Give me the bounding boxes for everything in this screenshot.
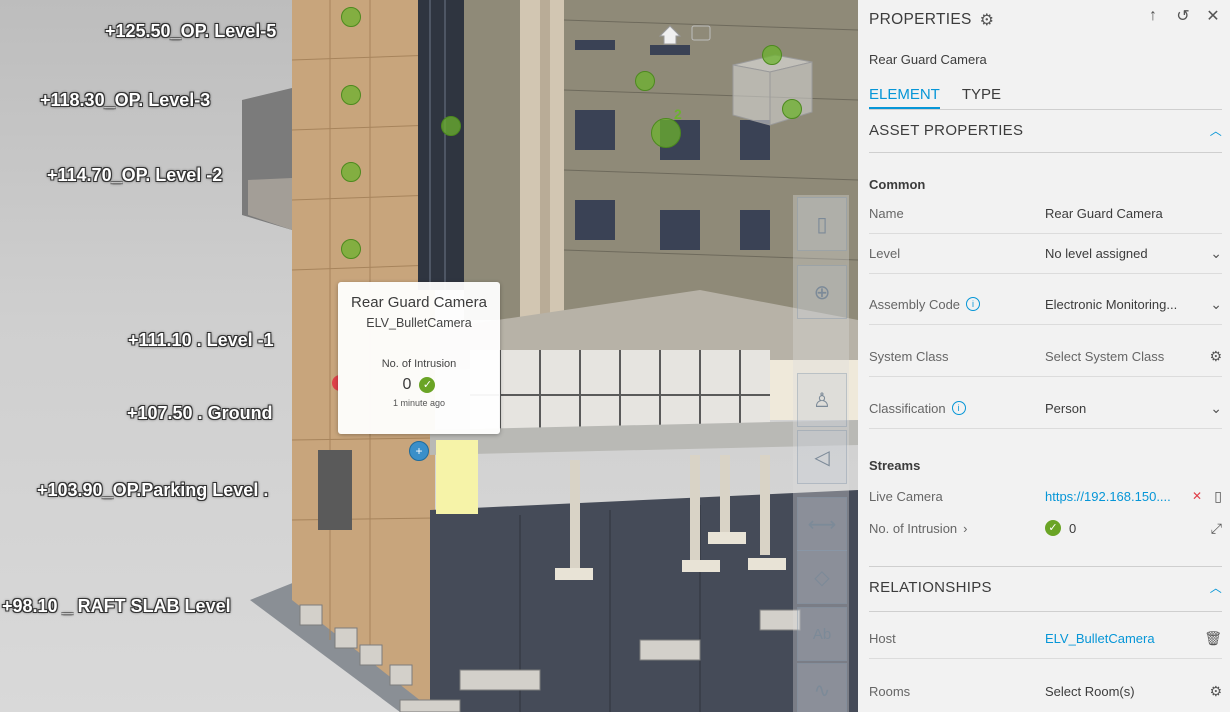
section-box-icon[interactable]: ▯ [797,197,847,251]
property-row-host[interactable]: Host ELV_BulletCamera 🗑 [869,618,1222,659]
level-label: +111.10 . Level -1 [128,330,274,350]
property-row-assembly[interactable]: Assembly Code i Electronic Monitoring... … [869,284,1222,325]
property-label: No. of Intrusion [869,520,958,536]
property-label: System Class [869,348,949,364]
explode-icon[interactable]: ⊕ [797,265,847,319]
property-row-level[interactable]: Level No level assigned ⌄ [869,233,1222,274]
check-icon: ✓ [419,377,436,393]
gear-icon[interactable]: ⚙ [1202,348,1222,365]
asset-properties-header[interactable]: ASSET PROPERTIES ︿ [869,122,1222,139]
text-label-icon[interactable]: Ab [797,607,847,661]
property-label: Classification [869,400,946,416]
property-label: Level [869,245,901,261]
level-label: +98.10 _ RAFT SLAB Level [2,596,231,616]
document-icon[interactable]: ▯ [1210,488,1222,505]
sensor-marker[interactable] [341,239,361,259]
tooltip-metric-value: 0 [402,376,412,393]
cube-icon[interactable]: ◇ [797,550,847,604]
property-label: Rooms [869,683,911,699]
property-label: Live Camera [869,488,943,504]
tooltip-timestamp: 1 minute ago [392,398,446,408]
property-label: Name [869,205,904,221]
close-icon[interactable]: ✕ [1204,6,1222,26]
gear-icon[interactable]: ⚙ [980,10,995,30]
chevron-down-icon[interactable]: ⌄ [1202,245,1222,262]
camera-marker[interactable]: + [409,441,429,461]
rooms-select[interactable]: Select Room(s) [1045,684,1202,699]
sensor-marker[interactable] [762,45,782,65]
group-common: Common [869,177,926,192]
property-row-rooms[interactable]: Rooms Select Room(s) ⚙ [869,671,1222,711]
live-camera-link[interactable]: https://192.168.150.... [1045,489,1184,504]
trash-icon[interactable]: 🗑 [1202,630,1222,647]
property-row-system-class[interactable]: System Class Select System Class ⚙ [869,336,1222,377]
remove-icon[interactable]: ✕ [1192,489,1202,503]
element-tooltip[interactable]: Rear Guard Camera ELV_BulletCamera No. o… [338,282,500,434]
measure-icon[interactable]: ⟷ [797,497,847,551]
tab-type[interactable]: TYPE [962,86,1001,109]
tab-element[interactable]: ELEMENT [869,86,940,109]
system-class-select[interactable]: Select System Class [1045,349,1202,364]
history-icon[interactable]: ↺ [1174,6,1192,26]
property-row-classification[interactable]: Classification i Person ⌄ [869,388,1222,429]
relationships-header[interactable]: RELATIONSHIPS ︿ [869,579,1222,596]
level-label: +103.90_OP.Parking Level . [37,480,269,500]
host-link[interactable]: ELV_BulletCamera [1045,631,1202,646]
check-icon: ✓ [1045,520,1061,536]
level-label: +125.50_OP. Level-5 [105,21,277,41]
level-label: +114.70_OP. Level -2 [47,165,223,185]
side-toolbar: ▯ ⊕ ♙ ◁ ⟷ ◇ Ab ∿ [793,195,849,712]
tooltip-title: Rear Guard Camera [351,294,487,311]
chevron-down-icon[interactable]: ⌄ [1202,296,1222,313]
chart-icon[interactable]: ∿ [797,663,847,712]
intrusion-value: 0 [1069,520,1077,536]
chevron-up-icon[interactable]: ︿ [1210,579,1222,596]
level-select[interactable]: No level assigned [1045,246,1202,261]
sensor-cluster-marker[interactable] [651,118,681,148]
property-row-name[interactable]: Name Rear Guard Camera [869,193,1222,234]
assembly-code-select[interactable]: Electronic Monitoring... [1045,297,1202,312]
panel-title: PROPERTIES [869,11,972,28]
person-icon[interactable]: ♙ [797,373,847,427]
info-icon[interactable]: i [951,401,966,415]
name-value[interactable]: Rear Guard Camera [1045,206,1222,221]
property-label: Assembly Code [869,296,961,312]
selected-element-name: Rear Guard Camera [869,52,987,67]
chevron-right-icon[interactable]: › [963,521,967,536]
section-title: ASSET PROPERTIES [869,122,1024,139]
tooltip-type: ELV_BulletCamera [366,316,472,330]
tooltip-metric-label: No. of Intrusion [381,358,457,370]
arrow-up-icon[interactable]: ↑ [1144,6,1162,26]
property-row-intrusion[interactable]: No. of Intrusion › ✓ 0 ⤢ [869,508,1222,548]
gear-icon[interactable]: ⚙ [1202,683,1222,700]
camera-view-icon[interactable]: ◁ [797,430,847,484]
section-title: RELATIONSHIPS [869,579,992,596]
chevron-down-icon[interactable]: ⌄ [1202,400,1222,417]
group-streams: Streams [869,458,921,473]
chevron-up-icon[interactable]: ︿ [1210,122,1222,139]
sensor-marker[interactable] [635,71,655,91]
level-label: +118.30_OP. Level-3 [40,90,211,110]
property-label: Host [869,630,896,646]
classification-select[interactable]: Person [1045,401,1202,416]
sensor-marker[interactable] [341,162,361,182]
level-label: +107.50 . Ground [127,403,273,423]
info-icon[interactable]: i [966,297,981,311]
3d-viewport[interactable]: +125.50_OP. Level-5 +118.30_OP. Level-3 … [0,0,858,712]
cluster-count: 2 [674,106,682,122]
sensor-marker[interactable] [782,99,802,119]
properties-panel: PROPERTIES ⚙ ↑ ↺ ✕ Rear Guard Camera ELE… [858,0,1230,712]
sensor-marker[interactable] [441,116,461,136]
sensor-marker[interactable] [341,7,361,27]
sensor-marker[interactable] [341,85,361,105]
expand-icon[interactable]: ⤢ [1202,520,1222,537]
